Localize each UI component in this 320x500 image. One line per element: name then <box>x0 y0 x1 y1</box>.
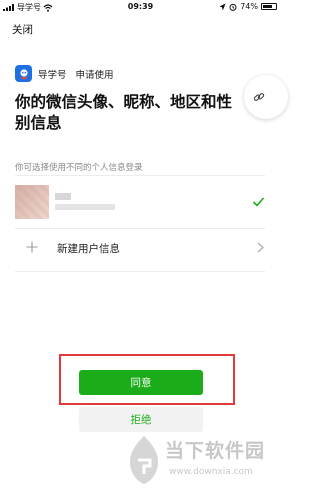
new-user-label: 新建用户信息 <box>57 243 120 255</box>
agree-button[interactable]: 同意 <box>79 370 203 395</box>
plus-icon <box>26 241 38 253</box>
watermark-url: www.downxia.com <box>169 467 253 477</box>
divider <box>15 175 265 176</box>
close-button[interactable]: 关闭 <box>12 22 33 37</box>
avatar <box>15 185 49 219</box>
app-logo-glyph <box>19 68 28 79</box>
chevron-right-icon <box>257 242 264 253</box>
copy-link-button[interactable] <box>244 75 288 119</box>
status-right: 74% <box>219 2 277 11</box>
app-info: 导学号 申请使用 <box>15 65 114 82</box>
page-title: 你的微信头像、昵称、地区和性别信息 <box>15 93 233 132</box>
watermark-brand: 当下软件园 <box>165 440 266 462</box>
reject-button[interactable]: 拒绝 <box>79 407 203 432</box>
divider <box>15 228 265 229</box>
alarm-icon <box>229 3 237 11</box>
link-icon <box>253 93 265 101</box>
new-user-info-option[interactable]: 新建用户信息 <box>15 235 265 265</box>
account-detail-blurred <box>55 204 115 210</box>
check-icon <box>252 197 265 207</box>
battery-fill <box>263 5 272 8</box>
location-icon <box>219 3 226 10</box>
status-bar: 导学号 09:39 74% <box>0 0 281 14</box>
battery-percent: 74% <box>240 2 258 11</box>
watermark: 当下软件园 www.downxia.com <box>124 434 274 492</box>
account-option-current[interactable] <box>15 183 265 221</box>
account-nickname-blurred <box>55 193 71 200</box>
battery-icon <box>261 3 277 10</box>
authorization-page: 导学号 09:39 74% 关闭 导学号 申请使用 你的微信头像、昵称、地区和性… <box>0 0 288 500</box>
login-options-hint: 你可选择使用不同的个人信息登录 <box>15 163 143 173</box>
divider <box>15 271 265 272</box>
app-name: 导学号 <box>38 69 67 81</box>
app-logo-icon <box>15 65 32 82</box>
downxia-logo-icon <box>130 436 158 484</box>
app-request-text: 申请使用 <box>75 69 114 81</box>
